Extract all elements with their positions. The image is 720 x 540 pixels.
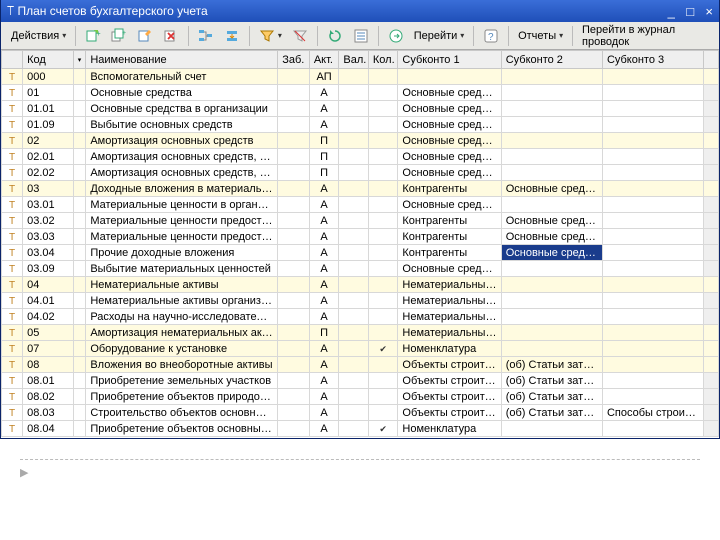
row-icon: T bbox=[9, 360, 15, 371]
maximize-button[interactable]: □ bbox=[686, 4, 694, 19]
table-row[interactable]: T03Доходные вложения в материаль…АКонтра… bbox=[2, 181, 719, 197]
row-icon: T bbox=[9, 328, 15, 339]
row-icon: T bbox=[9, 408, 15, 419]
refresh-icon[interactable] bbox=[323, 26, 347, 46]
journal-link[interactable]: Перейти в журнал проводок bbox=[578, 22, 713, 50]
minimize-button[interactable]: _ bbox=[668, 4, 675, 19]
row-icon: T bbox=[9, 248, 15, 259]
footer: ▶ bbox=[0, 439, 720, 489]
col-header[interactable]: Акт. bbox=[309, 51, 339, 69]
col-header[interactable]: Субконто 1 bbox=[398, 51, 501, 69]
row-icon: T bbox=[9, 104, 15, 115]
filter-icon[interactable]: ▾ bbox=[255, 26, 286, 46]
col-header[interactable]: Заб. bbox=[278, 51, 310, 69]
row-icon: T bbox=[9, 264, 15, 275]
row-icon: T bbox=[9, 232, 15, 243]
row-icon: T bbox=[9, 344, 15, 355]
play-icon[interactable]: ▶ bbox=[20, 467, 28, 479]
svg-text:?: ? bbox=[488, 32, 494, 43]
table-row[interactable]: T07Оборудование к установкеАНоменклатура bbox=[2, 341, 719, 357]
table-row[interactable]: T02Амортизация основных средствПОсновные… bbox=[2, 133, 719, 149]
hierarchy-icon[interactable] bbox=[194, 26, 218, 46]
toolbar: Действия▾ + + ▾ Перейти▾ ? Отчеты▾ Перей… bbox=[1, 22, 719, 50]
table-row[interactable]: T08.02Приобретение объектов природоп…АОб… bbox=[2, 389, 719, 405]
table-row[interactable]: T08.04Приобретение объектов основны…АНом… bbox=[2, 421, 719, 437]
goto-icon[interactable] bbox=[384, 26, 408, 46]
table-row[interactable]: T08.03Строительство объектов основны…АОб… bbox=[2, 405, 719, 421]
help-icon[interactable]: ? bbox=[479, 26, 503, 46]
col-header[interactable]: Кол. bbox=[368, 51, 398, 69]
row-icon: T bbox=[9, 280, 15, 291]
table-row[interactable]: T03.01Материальные ценности в органи…АОс… bbox=[2, 197, 719, 213]
row-icon: T bbox=[9, 216, 15, 227]
table-row[interactable]: T08.01Приобретение земельных участковАОб… bbox=[2, 373, 719, 389]
col-header[interactable]: ▾ bbox=[73, 51, 86, 69]
svg-text:+: + bbox=[96, 29, 101, 38]
col-header[interactable]: Субконто 3 bbox=[602, 51, 703, 69]
row-icon: T bbox=[9, 152, 15, 163]
titlebar: ⟙ План счетов бухгалтерского учета _ □ × bbox=[1, 0, 719, 22]
row-icon: T bbox=[9, 136, 15, 147]
add-copy-icon[interactable]: + bbox=[107, 26, 131, 46]
add-icon[interactable]: + bbox=[81, 26, 105, 46]
table-row[interactable]: T03.09Выбытие материальных ценностейАОсн… bbox=[2, 261, 719, 277]
table-header-row: Код▾НаименованиеЗаб.Акт.Вал.Кол.Субконто… bbox=[2, 51, 719, 69]
table-row[interactable]: T04.01Нематериальные активы организ…АНем… bbox=[2, 293, 719, 309]
row-icon: T bbox=[9, 376, 15, 387]
col-header[interactable]: Наименование bbox=[86, 51, 278, 69]
row-icon: T bbox=[9, 120, 15, 131]
row-icon: T bbox=[9, 168, 15, 179]
goto-menu[interactable]: Перейти▾ bbox=[410, 28, 469, 44]
table-row[interactable]: T04Нематериальные активыАНематериальные… bbox=[2, 277, 719, 293]
reports-menu[interactable]: Отчеты▾ bbox=[514, 28, 567, 44]
table-row[interactable]: T08Вложения во внеоборотные активыАОбъек… bbox=[2, 357, 719, 373]
row-icon: T bbox=[9, 200, 15, 211]
table-row[interactable]: T03.04Прочие доходные вложенияАКонтраген… bbox=[2, 245, 719, 261]
table-row[interactable]: T03.03Материальные ценности предост…АКон… bbox=[2, 229, 719, 245]
table-row[interactable]: T02.01Амортизация основных средств, у…ПО… bbox=[2, 149, 719, 165]
row-icon: T bbox=[9, 88, 15, 99]
col-header[interactable] bbox=[2, 51, 23, 69]
row-icon: T bbox=[9, 296, 15, 307]
row-icon: T bbox=[9, 424, 15, 435]
actions-menu[interactable]: Действия▾ bbox=[7, 28, 70, 44]
row-icon: T bbox=[9, 184, 15, 195]
table-row[interactable]: T01Основные средстваАОсновные средс… bbox=[2, 85, 719, 101]
app-icon: ⟙ bbox=[7, 4, 14, 18]
table-row[interactable]: T03.02Материальные ценности предост…АКон… bbox=[2, 213, 719, 229]
table-row[interactable]: T02.02Амортизация основных средств, у…ПО… bbox=[2, 165, 719, 181]
table-row[interactable]: T000Вспомогательный счетАП bbox=[2, 69, 719, 85]
list-icon[interactable] bbox=[349, 26, 373, 46]
table-row[interactable]: T04.02Расходы на научно-исследовател…АНе… bbox=[2, 309, 719, 325]
edit-icon[interactable] bbox=[133, 26, 157, 46]
col-header[interactable]: Код bbox=[23, 51, 74, 69]
table-row[interactable]: T01.01Основные средства в организацииАОс… bbox=[2, 101, 719, 117]
col-header[interactable]: Вал. bbox=[339, 51, 369, 69]
close-button[interactable]: × bbox=[705, 4, 713, 19]
table-container: Код▾НаименованиеЗаб.Акт.Вал.Кол.Субконто… bbox=[1, 50, 719, 438]
chart-of-accounts-table: Код▾НаименованиеЗаб.Акт.Вал.Кол.Субконто… bbox=[1, 50, 719, 437]
row-icon: T bbox=[9, 312, 15, 323]
table-row[interactable]: T05Амортизация нематериальных ак…ПНемате… bbox=[2, 325, 719, 341]
window-title: План счетов бухгалтерского учета bbox=[17, 4, 207, 18]
move-icon[interactable] bbox=[220, 26, 244, 46]
table-row[interactable]: T01.09Выбытие основных средствАОсновные … bbox=[2, 117, 719, 133]
col-header[interactable]: Субконто 2 bbox=[501, 51, 602, 69]
delete-icon[interactable] bbox=[159, 26, 183, 46]
svg-text:+: + bbox=[122, 30, 126, 37]
col-header[interactable] bbox=[704, 51, 719, 69]
row-icon: T bbox=[9, 72, 15, 83]
filter-off-icon[interactable] bbox=[288, 26, 312, 46]
row-icon: T bbox=[9, 392, 15, 403]
